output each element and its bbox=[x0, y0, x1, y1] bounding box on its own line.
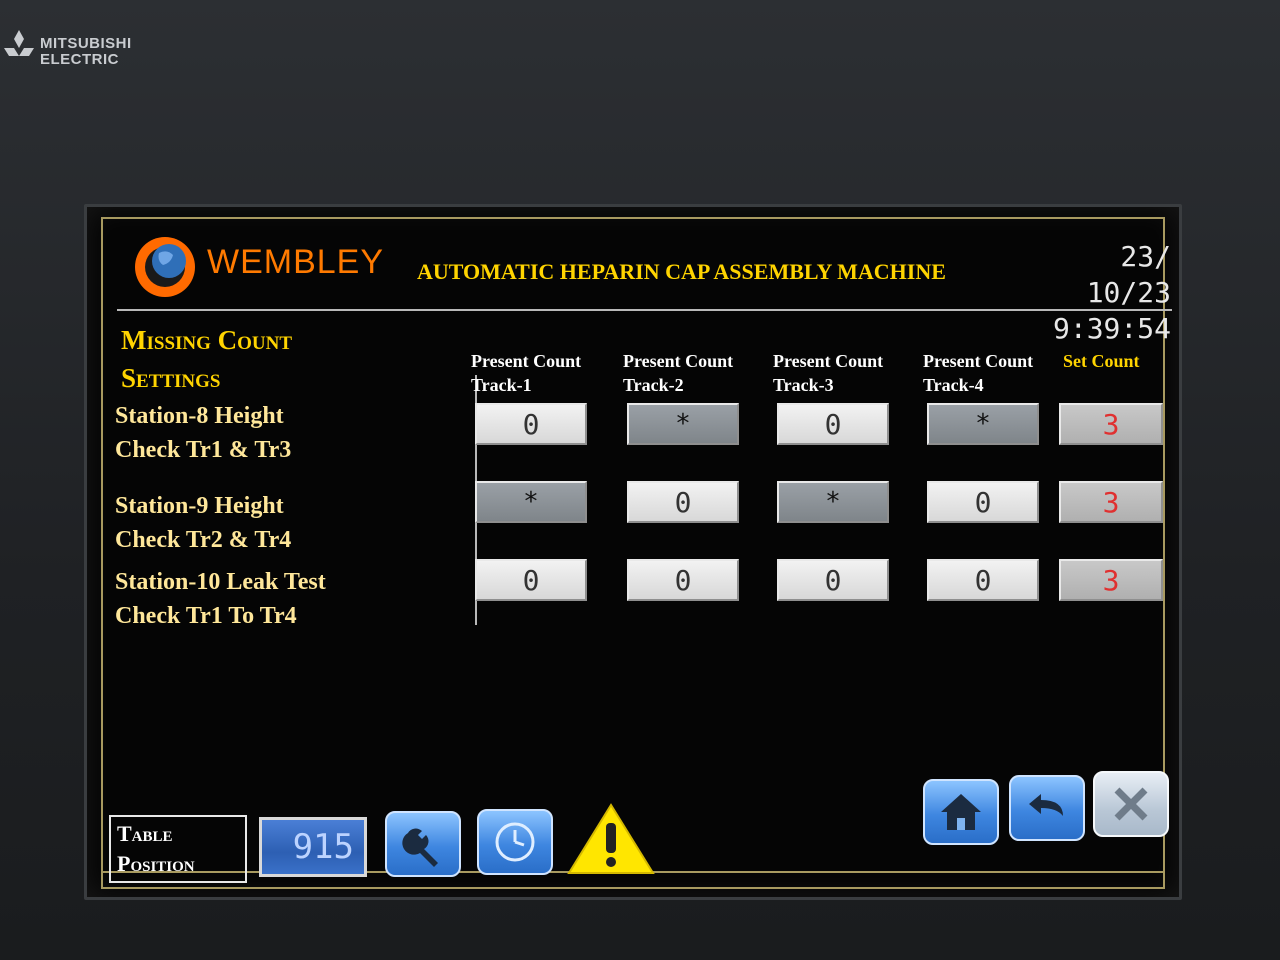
column-header-line1: Present Count bbox=[773, 351, 884, 371]
station-9-label: Station-9 Height Check Tr2 & Tr4 bbox=[115, 489, 291, 557]
date-display: 23/ 10/23 bbox=[1086, 240, 1171, 309]
count-cell-st9-tr2[interactable]: 0 bbox=[627, 481, 739, 523]
station-8-label: Station-8 Height Check Tr1 & Tr3 bbox=[115, 399, 291, 467]
set-count-st9[interactable]: 3 bbox=[1059, 481, 1163, 523]
clock-icon bbox=[495, 822, 535, 862]
back-button[interactable] bbox=[1009, 775, 1085, 841]
section-title-line2: Settings bbox=[121, 363, 221, 393]
page-title: AUTOMATIC HEPARIN CAP ASSEMBLY MACHINE bbox=[417, 259, 946, 284]
column-header-line2: Track-1 bbox=[471, 375, 532, 395]
timer-button[interactable] bbox=[477, 809, 553, 875]
logo-text: WEMBLEY bbox=[207, 243, 385, 281]
count-cell-st9-tr3[interactable]: * bbox=[777, 481, 889, 523]
brand-name-line2: ELECTRIC bbox=[40, 51, 119, 68]
column-header-line1: Present Count bbox=[623, 351, 734, 371]
count-cell-st8-tr2[interactable]: * bbox=[627, 403, 739, 445]
station-10-label: Station-10 Leak Test Check Tr1 To Tr4 bbox=[115, 565, 326, 633]
warning-icon[interactable] bbox=[567, 803, 655, 875]
table-position-label: Table Position bbox=[109, 815, 247, 883]
mitsubishi-logo-icon bbox=[4, 30, 34, 56]
gear-globe-icon bbox=[135, 237, 195, 297]
table-label-line1: Table bbox=[117, 821, 173, 846]
count-cell-st8-tr3[interactable]: 0 bbox=[777, 403, 889, 445]
count-cell-st8-tr1[interactable]: 0 bbox=[475, 403, 587, 445]
bezel-brand: MITSUBISHI ELECTRIC bbox=[0, 24, 170, 74]
section-title: Missing Count Settings bbox=[121, 321, 292, 397]
section-title-line1: Missing Count bbox=[121, 325, 293, 355]
count-cell-st9-tr1[interactable]: * bbox=[475, 481, 587, 523]
column-header-track-1: Present Count Track-1 bbox=[471, 349, 581, 397]
time-display: 9:39:54 bbox=[1052, 312, 1171, 345]
count-cell-st10-tr2[interactable]: 0 bbox=[627, 559, 739, 601]
column-header-track-2: Present Count Track-2 bbox=[623, 349, 733, 397]
table-label-line2: Position bbox=[117, 851, 195, 876]
back-arrow-icon bbox=[1029, 794, 1063, 816]
station-label-line1: Station-9 Height bbox=[115, 493, 284, 519]
station-label-line1: Station-8 Height bbox=[115, 403, 284, 429]
column-header-line2: Track-3 bbox=[773, 375, 834, 395]
station-label-line2: Check Tr2 & Tr4 bbox=[115, 527, 292, 553]
home-button[interactable] bbox=[923, 779, 999, 845]
column-header-set-count: Set Count bbox=[1063, 349, 1140, 373]
settings-button[interactable] bbox=[385, 811, 461, 877]
table-position-value: 915 bbox=[259, 817, 367, 877]
count-cell-st8-tr4[interactable]: * bbox=[927, 403, 1039, 445]
home-icon bbox=[941, 794, 981, 830]
station-label-line2: Check Tr1 & Tr3 bbox=[115, 437, 292, 463]
close-button[interactable] bbox=[1093, 771, 1169, 837]
column-header-track-3: Present Count Track-3 bbox=[773, 349, 883, 397]
count-cell-st10-tr1[interactable]: 0 bbox=[475, 559, 587, 601]
brand-name-line1: MITSUBISHI bbox=[40, 35, 132, 52]
count-cell-st10-tr3[interactable]: 0 bbox=[777, 559, 889, 601]
set-count-st10[interactable]: 3 bbox=[1059, 559, 1163, 601]
column-header-line1: Present Count bbox=[923, 351, 1034, 371]
hmi-screen: WEMBLEY AUTOMATIC HEPARIN CAP ASSEMBLY M… bbox=[84, 204, 1182, 900]
datetime-display: 23/ 10/23 9:39:54 bbox=[1043, 239, 1171, 347]
column-header-line2: Track-2 bbox=[623, 375, 684, 395]
screen-frame: WEMBLEY AUTOMATIC HEPARIN CAP ASSEMBLY M… bbox=[101, 217, 1172, 889]
count-cell-st9-tr4[interactable]: 0 bbox=[927, 481, 1039, 523]
column-header-line2: Track-4 bbox=[923, 375, 984, 395]
column-header-track-4: Present Count Track-4 bbox=[923, 349, 1033, 397]
close-icon bbox=[1114, 787, 1148, 821]
wrench-icon bbox=[402, 828, 438, 867]
column-header-line1: Set Count bbox=[1063, 351, 1140, 371]
column-header-line1: Present Count bbox=[471, 351, 582, 371]
count-cell-st10-tr4[interactable]: 0 bbox=[927, 559, 1039, 601]
company-logo: WEMBLEY bbox=[125, 231, 410, 301]
station-label-line2: Check Tr1 To Tr4 bbox=[115, 603, 297, 629]
header-divider bbox=[117, 309, 1172, 311]
set-count-st8[interactable]: 3 bbox=[1059, 403, 1163, 445]
station-label-line1: Station-10 Leak Test bbox=[115, 569, 326, 595]
